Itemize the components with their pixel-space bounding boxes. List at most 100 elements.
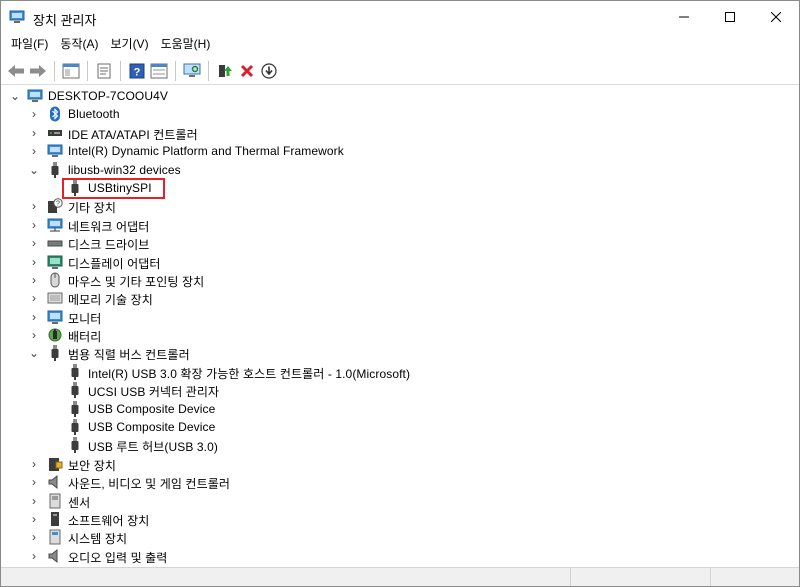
chevron-right-icon[interactable]: › bbox=[28, 142, 40, 160]
forward-arrow-icon bbox=[30, 64, 46, 77]
delete-x-icon bbox=[240, 64, 254, 77]
usb-plug-icon bbox=[71, 382, 79, 399]
tree-item-display[interactable]: › 디스플레이 어댑터 bbox=[1, 253, 799, 271]
chevron-right-icon[interactable]: › bbox=[28, 326, 40, 344]
forward-button[interactable] bbox=[27, 60, 49, 82]
uninstall-device-button[interactable] bbox=[236, 60, 258, 82]
show-hidden-button[interactable] bbox=[148, 60, 170, 82]
close-button[interactable] bbox=[753, 1, 799, 33]
tree-item-security[interactable]: › 보안 장치 bbox=[1, 455, 799, 473]
properties-icon bbox=[97, 63, 111, 78]
tree-item-mouse[interactable]: › 마우스 및 기타 포인팅 장치 bbox=[1, 271, 799, 289]
chevron-down-icon[interactable]: ⌄ bbox=[9, 87, 21, 105]
disable-device-button[interactable] bbox=[258, 60, 280, 82]
tree-root[interactable]: ⌄ DESKTOP-7COOU4V bbox=[1, 87, 799, 105]
tree-item-sensor[interactable]: › 센서 bbox=[1, 492, 799, 510]
tree-item-label: Intel(R) Dynamic Platform and Thermal Fr… bbox=[68, 144, 344, 159]
tree-item-network[interactable]: › 네트워크 어댑터 bbox=[1, 216, 799, 234]
minimize-button[interactable] bbox=[661, 1, 707, 33]
menu-action[interactable]: 동작(A) bbox=[54, 33, 104, 55]
tree-item-other-devices[interactable]: › ? 기타 장치 bbox=[1, 197, 799, 215]
tree-item-usb-child[interactable]: USB Composite Device bbox=[1, 418, 799, 436]
tree-item-bluetooth[interactable]: › Bluetooth bbox=[1, 105, 799, 123]
tree-item-label: USB Composite Device bbox=[88, 401, 216, 416]
toolbar-separator bbox=[208, 60, 209, 81]
battery-icon bbox=[48, 328, 62, 342]
network-adapter-icon bbox=[47, 218, 63, 232]
tree-item-usb-controllers[interactable]: ⌄ 범용 직렬 버스 컨트롤러 bbox=[1, 344, 799, 362]
tree-item-disk[interactable]: › 디스크 드라이브 bbox=[1, 234, 799, 252]
title-bar[interactable]: 장치 관리자 bbox=[1, 1, 799, 33]
chevron-right-icon[interactable]: › bbox=[28, 528, 40, 546]
properties-button[interactable] bbox=[93, 60, 115, 82]
tree-item-label: 배터리 bbox=[68, 330, 102, 345]
console-tree-icon bbox=[62, 63, 80, 78]
back-arrow-icon bbox=[8, 64, 24, 77]
tree-item-label: 마우스 및 기타 포인팅 장치 bbox=[68, 274, 205, 289]
chevron-right-icon[interactable]: › bbox=[28, 547, 40, 565]
tree-item-audio-io[interactable]: › 오디오 입력 및 출력 bbox=[1, 547, 799, 565]
tree-item-intel-dptf[interactable]: › Intel(R) Dynamic Platform and Thermal … bbox=[1, 142, 799, 160]
back-button[interactable] bbox=[5, 60, 27, 82]
tree-item-software[interactable]: › 소프트웨어 장치 bbox=[1, 510, 799, 528]
tree-item-usb-child[interactable]: UCSI USB 커넥터 관리자 bbox=[1, 381, 799, 399]
usb-plug-icon bbox=[71, 400, 79, 417]
bluetooth-icon bbox=[50, 106, 60, 122]
tree-item-label: 기타 장치 bbox=[68, 201, 116, 216]
menu-view[interactable]: 보기(V) bbox=[104, 33, 154, 55]
help-button[interactable]: ? bbox=[126, 60, 148, 82]
tree-item-usb-child[interactable]: USB 루트 허브(USB 3.0) bbox=[1, 436, 799, 454]
chevron-right-icon[interactable]: › bbox=[28, 289, 40, 307]
usb-plug-icon bbox=[71, 363, 79, 380]
tree-item-usbtinyspi[interactable]: USBtinySPI bbox=[1, 177, 799, 199]
chevron-right-icon[interactable]: › bbox=[28, 216, 40, 234]
menu-file[interactable]: 파일(F) bbox=[5, 33, 54, 55]
tree-item-monitor[interactable]: › 모니터 bbox=[1, 308, 799, 326]
tree-item-label: 사운드, 비디오 및 게임 컨트롤러 bbox=[68, 477, 230, 492]
tree-item-usb-child[interactable]: Intel(R) USB 3.0 확장 가능한 호스트 컨트롤러 - 1.0(M… bbox=[1, 363, 799, 381]
tree-item-memory[interactable]: › 메모리 기술 장치 bbox=[1, 289, 799, 307]
tree-item-label: 디스플레이 어댑터 bbox=[68, 256, 161, 271]
tree-root-label: DESKTOP-7COOU4V bbox=[48, 89, 168, 103]
tree-item-label: libusb-win32 devices bbox=[68, 162, 181, 177]
tree-item-label: Bluetooth bbox=[68, 107, 120, 122]
chevron-right-icon[interactable]: › bbox=[28, 253, 40, 271]
chevron-right-icon[interactable]: › bbox=[28, 510, 40, 528]
maximize-button[interactable] bbox=[707, 1, 753, 33]
tree-item-label: 오디오 입력 및 출력 bbox=[68, 550, 168, 565]
chevron-right-icon[interactable]: › bbox=[28, 271, 40, 289]
device-tree[interactable]: ⌄ DESKTOP-7COOU4V › Bluetooth › IDE ATA/… bbox=[1, 87, 799, 565]
console-tree-button[interactable] bbox=[60, 60, 82, 82]
tree-item-battery[interactable]: › 배터리 bbox=[1, 326, 799, 344]
audio-io-icon bbox=[48, 548, 58, 563]
menu-help[interactable]: 도움말(H) bbox=[155, 33, 217, 55]
tree-item-system[interactable]: › 시스템 장치 bbox=[1, 528, 799, 546]
chevron-right-icon[interactable]: › bbox=[28, 105, 40, 123]
tree-item-ide[interactable]: › IDE ATA/ATAPI 컨트롤러 bbox=[1, 124, 799, 142]
toolbar-separator bbox=[54, 60, 55, 81]
update-driver-button[interactable] bbox=[214, 60, 236, 82]
ide-controller-icon bbox=[48, 129, 62, 136]
toolbar-separator bbox=[120, 60, 121, 81]
tree-item-sound[interactable]: › 사운드, 비디오 및 게임 컨트롤러 bbox=[1, 473, 799, 491]
chevron-right-icon[interactable]: › bbox=[28, 492, 40, 510]
chevron-right-icon[interactable]: › bbox=[28, 455, 40, 473]
chevron-down-icon[interactable]: ⌄ bbox=[28, 344, 40, 362]
chevron-right-icon[interactable]: › bbox=[28, 124, 40, 142]
tree-item-label: UCSI USB 커넥터 관리자 bbox=[88, 385, 220, 400]
scan-hardware-button[interactable] bbox=[181, 60, 203, 82]
tree-item-label: 시스템 장치 bbox=[68, 532, 128, 547]
device-manager-window: 장치 관리자 파일(F) 동작(A) 보기(V) 도움말(H) ? ⌄ DESK… bbox=[0, 0, 800, 587]
scan-monitor-icon bbox=[183, 63, 201, 77]
chevron-down-icon[interactable]: ⌄ bbox=[28, 161, 40, 179]
mouse-icon bbox=[50, 272, 60, 288]
tree-item-usb-child[interactable]: USB Composite Device bbox=[1, 400, 799, 418]
sensor-icon bbox=[49, 493, 61, 509]
tree-item-libusb[interactable]: ⌄ libusb-win32 devices bbox=[1, 161, 799, 179]
chevron-right-icon[interactable]: › bbox=[28, 197, 40, 215]
svg-text:?: ? bbox=[134, 66, 141, 78]
chevron-right-icon[interactable]: › bbox=[28, 473, 40, 491]
chevron-right-icon[interactable]: › bbox=[28, 308, 40, 326]
tree-item-label: 네트워크 어댑터 bbox=[68, 219, 150, 234]
chevron-right-icon[interactable]: › bbox=[28, 234, 40, 252]
